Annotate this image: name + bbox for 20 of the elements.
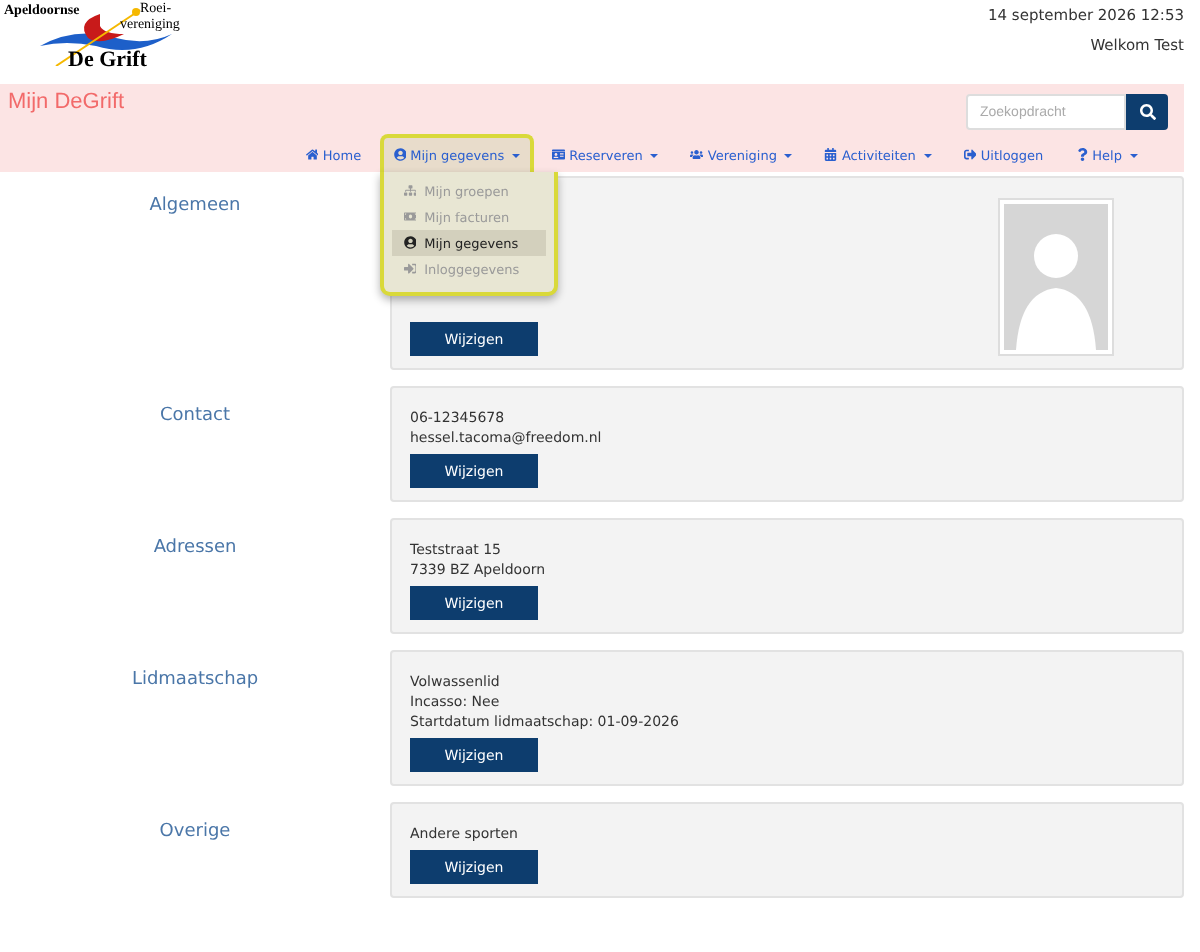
section-title: Contact [157, 404, 232, 430]
section-title: Algemeen [147, 194, 243, 220]
search-icon [1139, 104, 1155, 120]
sitemap-icon [403, 184, 417, 198]
people-icon [690, 148, 704, 162]
logout-icon [963, 148, 977, 162]
question-icon [1075, 148, 1089, 162]
section-title: Adressen [151, 536, 239, 562]
home-icon [305, 148, 319, 162]
banknote-icon [403, 210, 417, 224]
user-icon [403, 236, 417, 250]
calendar-icon [824, 148, 838, 162]
page-title: Mijn DeGrift [8, 90, 125, 114]
login-icon [403, 262, 417, 276]
section-title: Lidmaatschap [129, 668, 261, 694]
id-card-icon [552, 148, 566, 162]
section-title: Overige [157, 820, 233, 846]
search-button[interactable] [1126, 94, 1168, 130]
user-icon [393, 148, 407, 162]
logo-text: De Grift [68, 50, 147, 72]
